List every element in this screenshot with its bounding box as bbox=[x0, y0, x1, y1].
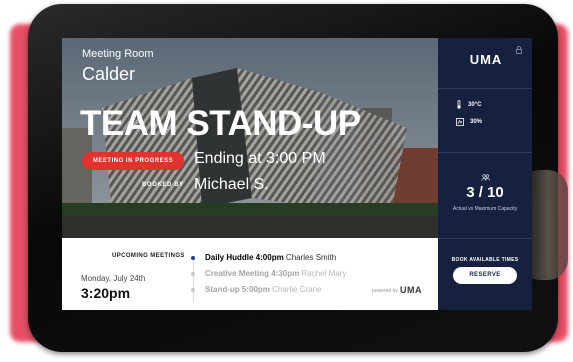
temperature-value: 30°C bbox=[468, 101, 482, 108]
upcoming-meetings-label: UPCOMING MEETINGS bbox=[112, 253, 185, 259]
lock-icon[interactable] bbox=[516, 46, 522, 54]
current-time: 3:20pm bbox=[81, 285, 131, 301]
booked-by-label: BOOKED BY bbox=[142, 182, 184, 188]
upcoming-meeting-item[interactable]: Creative Meeting 4:30pm Rachel Mary bbox=[205, 269, 346, 278]
timeline-dot bbox=[191, 272, 195, 276]
meeting-item-title: Stand-up 5:00pm bbox=[205, 285, 270, 294]
status-badge: MEETING IN PROGRESS bbox=[82, 152, 184, 170]
meeting-item-organizer: Charlie Crane bbox=[272, 285, 322, 294]
humidity-value: 30% bbox=[470, 119, 483, 125]
timeline-dot-active bbox=[191, 256, 195, 260]
meeting-title: TEAM STAND-UP bbox=[80, 104, 361, 143]
temperature-reading: 30°C bbox=[456, 100, 481, 109]
svg-text:UMA: UMA bbox=[470, 52, 503, 66]
divider bbox=[438, 88, 532, 89]
room-label: Meeting Room bbox=[82, 48, 154, 60]
timeline-dot bbox=[191, 288, 195, 292]
thermometer-icon bbox=[457, 100, 461, 109]
capacity-count: 3 / 10 bbox=[466, 184, 504, 201]
reserve-button[interactable]: RESERVE bbox=[453, 267, 517, 284]
room-name: Calder bbox=[82, 64, 136, 84]
book-times-label: BOOK AVAILABLE TIMES bbox=[451, 257, 519, 263]
upcoming-meeting-item[interactable]: Daily Huddle 4:00pm Charles Smith bbox=[205, 253, 336, 262]
footer-uma-logo: UMA bbox=[400, 285, 422, 294]
capacity-label: Actual vs Maximum Capacity bbox=[452, 206, 518, 212]
meeting-item-title: Creative Meeting 4:30pm bbox=[205, 269, 300, 278]
people-icon bbox=[481, 174, 490, 181]
booked-by-name: Michael S. bbox=[194, 176, 269, 193]
humidity-icon bbox=[456, 118, 464, 126]
humidity-reading: 30% bbox=[456, 118, 482, 126]
current-date: Monday, July 24th bbox=[81, 274, 146, 283]
upcoming-meeting-item[interactable]: Stand-up 5:00pm Charlie Crane bbox=[205, 285, 322, 294]
hero-banner: Meeting Room Calder TEAM STAND-UP MEETIN… bbox=[62, 38, 438, 238]
side-panel: UMA 30°C 30% 3 / 10 Actual vs Maximum Ca… bbox=[438, 38, 532, 310]
meeting-item-organizer: Charles Smith bbox=[285, 253, 337, 262]
schedule-timeline bbox=[193, 256, 194, 302]
meeting-item-title: Daily Huddle 4:00pm bbox=[205, 253, 284, 262]
meeting-item-organizer: Rachel Mary bbox=[301, 269, 347, 278]
meeting-end-time: Ending at 3:00 PM bbox=[194, 150, 326, 167]
divider bbox=[438, 152, 532, 153]
powered-by-label: powered by bbox=[372, 288, 398, 294]
svg-text:UMA: UMA bbox=[400, 285, 422, 294]
room-display-screen: Meeting Room Calder TEAM STAND-UP MEETIN… bbox=[62, 38, 532, 310]
divider bbox=[438, 238, 532, 239]
uma-logo: UMA bbox=[470, 52, 503, 66]
